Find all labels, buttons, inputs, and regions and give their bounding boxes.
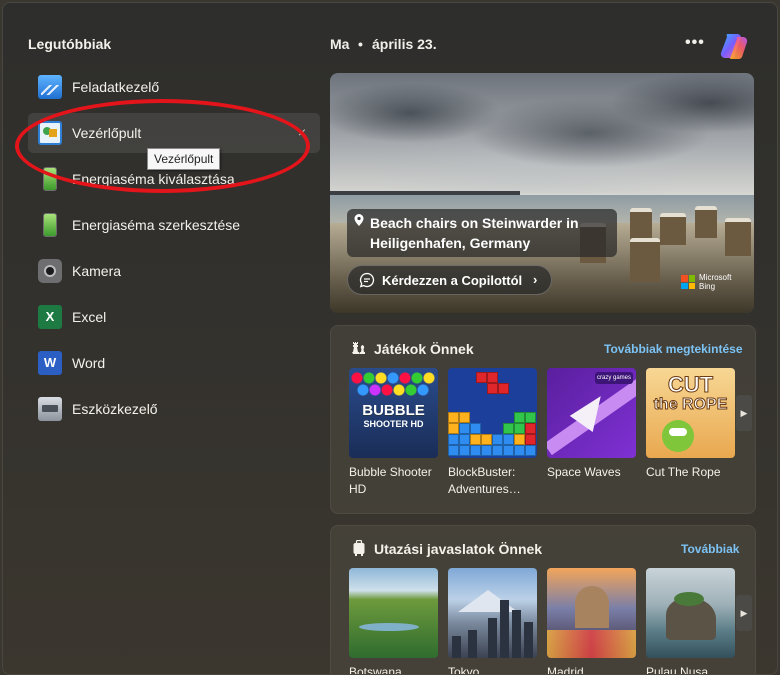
battery-icon bbox=[43, 213, 57, 237]
travel-thumbnail bbox=[547, 568, 636, 658]
date-day: Ma bbox=[330, 36, 350, 52]
brand-line-2: Bing bbox=[699, 282, 716, 291]
location-pin-icon bbox=[354, 214, 364, 226]
travel-label: Tokyo bbox=[448, 665, 480, 675]
building-art bbox=[575, 586, 609, 628]
games-title: Játékok Önnek bbox=[374, 341, 474, 357]
game-thumbnail: BUBBLE SHOOTER HD bbox=[349, 368, 438, 458]
chevron-right-icon: › bbox=[533, 272, 538, 287]
excel-icon: X bbox=[38, 305, 62, 329]
game-tile-blockbuster[interactable]: BlockBuster: Adventures… bbox=[448, 368, 537, 498]
beach-chair bbox=[695, 206, 717, 238]
chess-pieces-icon bbox=[352, 342, 365, 354]
game-tile-bubble-shooter[interactable]: BUBBLE SHOOTER HD Bubble Shooter HD bbox=[349, 368, 438, 498]
rock-island-art bbox=[666, 592, 716, 640]
game-label: Bubble Shooter HD bbox=[349, 465, 432, 496]
travel-tile-pulau-nusa[interactable]: Pulau Nusa bbox=[646, 568, 735, 675]
travel-thumbnail bbox=[448, 568, 537, 658]
recent-item-label: Vezérlőpult bbox=[72, 125, 142, 141]
game-thumbnail: CUT the ROPE bbox=[646, 368, 735, 458]
task-manager-icon bbox=[38, 75, 62, 99]
beach-chair bbox=[725, 218, 751, 256]
hero-sky bbox=[330, 73, 754, 193]
travel-next-button[interactable]: ▶ bbox=[736, 595, 752, 631]
beach-chair bbox=[630, 208, 652, 240]
word-icon: W bbox=[38, 351, 62, 375]
recent-item-label: Kamera bbox=[72, 263, 122, 279]
travel-tile-madrid[interactable]: Madrid bbox=[547, 568, 636, 675]
game-label: Cut The Rope bbox=[646, 465, 721, 479]
date-label: április 23. bbox=[372, 36, 437, 52]
game-tile-space-waves[interactable]: crazy games Space Waves bbox=[547, 368, 636, 481]
brand-label: Microsoft Bing bbox=[699, 273, 731, 291]
luggage-icon bbox=[353, 540, 365, 556]
camera-icon bbox=[38, 259, 62, 283]
om-nom-art bbox=[662, 420, 694, 452]
game-thumbnail bbox=[448, 368, 537, 458]
travel-tile-tokyo[interactable]: Tokyo bbox=[448, 568, 537, 675]
travel-see-more-link[interactable]: Továbbiak bbox=[681, 542, 739, 556]
chat-bubble-icon bbox=[359, 272, 375, 288]
game-label: Space Waves bbox=[547, 465, 621, 479]
brand-line-1: Microsoft bbox=[699, 273, 732, 282]
recent-list: Feladatkezelő Vezérlőpult × Energiaséma … bbox=[28, 67, 320, 435]
copilot-icon[interactable] bbox=[718, 30, 750, 62]
travel-label: Botswana bbox=[349, 665, 402, 675]
recent-item-control-panel[interactable]: Vezérlőpult × bbox=[28, 113, 320, 153]
mountain-art bbox=[458, 590, 518, 612]
close-icon[interactable]: × bbox=[298, 124, 306, 140]
travel-label: Pulau Nusa bbox=[646, 665, 709, 675]
game-art-subtitle: the ROPE bbox=[653, 396, 728, 414]
recent-item-excel[interactable]: X Excel bbox=[28, 297, 320, 337]
date-separator: • bbox=[358, 36, 363, 52]
hero-caption: Beach chairs on Steinwarder in Heiligenh… bbox=[370, 215, 579, 251]
street-lights-art bbox=[547, 630, 636, 658]
games-next-button[interactable]: ▶ bbox=[736, 395, 752, 431]
game-art-subtitle: SHOOTER HD bbox=[363, 419, 424, 429]
game-art-title: CUT bbox=[667, 372, 714, 398]
recent-item-label: Eszközkezelő bbox=[72, 401, 158, 417]
beach-chair bbox=[630, 238, 660, 282]
recent-section-title: Legutóbbiak bbox=[28, 36, 112, 52]
travel-tile-botswana[interactable]: Botswana bbox=[349, 568, 438, 675]
publisher-badge: crazy games bbox=[595, 372, 633, 384]
game-tile-cut-the-rope[interactable]: CUT the ROPE Cut The Rope bbox=[646, 368, 735, 481]
beach-chair bbox=[660, 213, 686, 245]
device-manager-icon bbox=[38, 397, 62, 421]
ask-copilot-label: Kérdezzen a Copilottól bbox=[382, 273, 523, 288]
recent-item-camera[interactable]: Kamera bbox=[28, 251, 320, 291]
travel-label: Madrid bbox=[547, 665, 584, 675]
games-see-more-link[interactable]: Továbbiak megtekintése bbox=[604, 342, 743, 356]
game-label: BlockBuster: Adventures… bbox=[448, 465, 521, 496]
recent-item-label: Energiaséma kiválasztása bbox=[72, 171, 235, 187]
more-options-button[interactable]: ••• bbox=[685, 34, 705, 52]
travel-title: Utazási javaslatok Önnek bbox=[374, 541, 543, 557]
recent-item-device-manager[interactable]: Eszközkezelő bbox=[28, 389, 320, 429]
game-art-title: BUBBLE bbox=[362, 402, 425, 419]
travel-thumbnail bbox=[646, 568, 735, 658]
recent-item-word[interactable]: W Word bbox=[28, 343, 320, 383]
recent-item-label: Word bbox=[72, 355, 106, 371]
recent-item-power-plan-edit[interactable]: Energiaséma szerkesztése bbox=[28, 205, 320, 245]
recent-item-label: Feladatkezelő bbox=[72, 79, 160, 95]
travel-thumbnail bbox=[349, 568, 438, 658]
recent-item-label: Energiaséma szerkesztése bbox=[72, 217, 241, 233]
recent-item-task-manager[interactable]: Feladatkezelő bbox=[28, 67, 320, 107]
recent-item-label: Excel bbox=[72, 309, 107, 325]
control-panel-icon bbox=[38, 121, 62, 145]
microsoft-logo-icon bbox=[681, 275, 695, 289]
tooltip: Vezérlőpult bbox=[147, 148, 221, 170]
battery-icon bbox=[43, 167, 57, 191]
game-thumbnail: crazy games bbox=[547, 368, 636, 458]
widgets-panel: Legutóbbiak Feladatkezelő Vezérlőpult × … bbox=[2, 2, 778, 675]
bubbles-art bbox=[351, 372, 436, 402]
